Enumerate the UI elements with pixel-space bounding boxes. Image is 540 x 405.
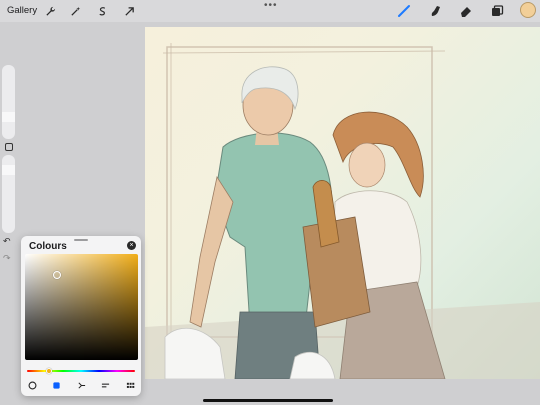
panel-title: Colours: [29, 241, 67, 252]
disc-icon[interactable]: [27, 380, 37, 390]
saturation-brightness-picker[interactable]: [25, 254, 138, 360]
hue-slider-knob[interactable]: [45, 368, 52, 374]
palettes-icon[interactable]: [125, 380, 135, 390]
picker-handle[interactable]: [53, 271, 61, 279]
modify-button[interactable]: [3, 141, 15, 153]
top-toolbar: Gallery •••: [0, 0, 540, 22]
transform-arrow-icon[interactable]: [121, 3, 137, 19]
current-colour-swatch[interactable]: [520, 2, 536, 18]
magic-wand-icon[interactable]: [67, 3, 83, 19]
brush-size-knob[interactable]: [2, 112, 15, 122]
selection-icon[interactable]: [94, 3, 110, 19]
colours-panel: Colours ×: [21, 236, 141, 396]
hue-slider[interactable]: [27, 370, 135, 372]
opacity-knob[interactable]: [2, 165, 15, 175]
colour-mode-tabs: [27, 380, 135, 390]
smudge-icon[interactable]: [428, 3, 444, 19]
value-icon[interactable]: [101, 380, 111, 390]
artwork: [145, 43, 540, 379]
brush-size-slider[interactable]: [2, 65, 15, 139]
layers-icon[interactable]: [489, 3, 505, 19]
classic-icon[interactable]: [52, 380, 62, 390]
eraser-icon[interactable]: [458, 3, 474, 19]
opacity-slider[interactable]: [2, 155, 15, 233]
home-indicator: [203, 399, 333, 402]
redo-icon[interactable]: ↷: [3, 253, 11, 264]
brush-icon[interactable]: [396, 3, 412, 19]
gallery-button[interactable]: Gallery: [7, 5, 37, 16]
square-icon: [5, 143, 13, 151]
close-icon[interactable]: ×: [127, 241, 136, 250]
panel-grabber[interactable]: [74, 239, 88, 241]
more-options[interactable]: •••: [264, 0, 278, 11]
drawing-canvas[interactable]: [145, 27, 540, 379]
wrench-icon[interactable]: [42, 3, 58, 19]
harmony-icon[interactable]: [76, 380, 86, 390]
undo-icon[interactable]: ↶: [3, 236, 11, 247]
